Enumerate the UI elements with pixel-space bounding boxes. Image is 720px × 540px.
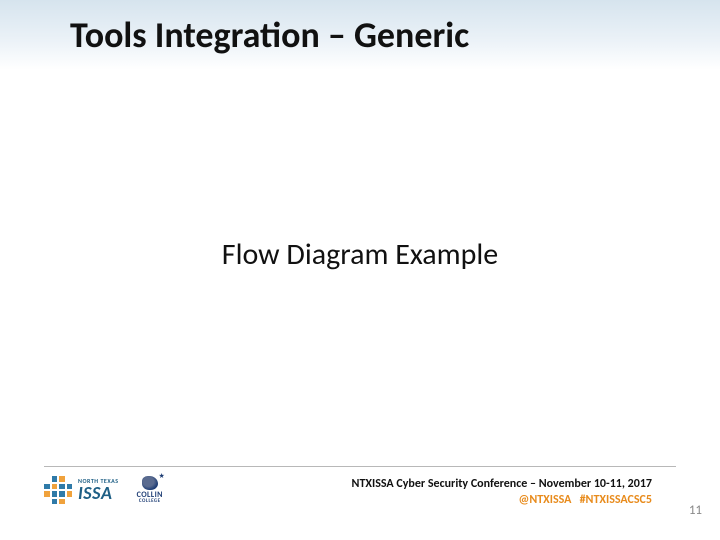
issa-main-label: ISSA xyxy=(78,484,119,502)
footer-logos: NORTH TEXAS ISSA ★ COLLIN COLLEGE xyxy=(44,476,163,504)
ntx-issa-logo: NORTH TEXAS ISSA xyxy=(44,476,119,504)
footer: NORTH TEXAS ISSA ★ COLLIN COLLEGE NTXISS… xyxy=(0,466,720,522)
hashtag: #NTXISSACSC5 xyxy=(580,493,652,507)
star-icon: ★ xyxy=(159,472,165,479)
conference-line: NTXISSA Cyber Security Conference – Nove… xyxy=(352,476,652,492)
body-heading: Flow Diagram Example xyxy=(0,236,720,273)
social-line: @NTXISSA #NTXISSACSC5 xyxy=(352,492,652,508)
title-band: Tools Integration – Generic xyxy=(0,0,720,70)
issa-mark-icon xyxy=(44,476,72,504)
cougar-icon xyxy=(142,476,158,490)
footer-text: NTXISSA Cyber Security Conference – Nove… xyxy=(352,476,652,508)
slide: Tools Integration – Generic Flow Diagram… xyxy=(0,0,720,540)
footer-divider xyxy=(44,466,676,467)
collin-sub: COLLEGE xyxy=(139,499,161,504)
page-number: 11 xyxy=(689,503,702,518)
twitter-handle: @NTXISSA xyxy=(519,493,572,507)
slide-title: Tools Integration – Generic xyxy=(70,13,469,57)
collin-college-logo: ★ COLLIN COLLEGE xyxy=(137,476,163,504)
issa-text: NORTH TEXAS ISSA xyxy=(78,478,119,502)
